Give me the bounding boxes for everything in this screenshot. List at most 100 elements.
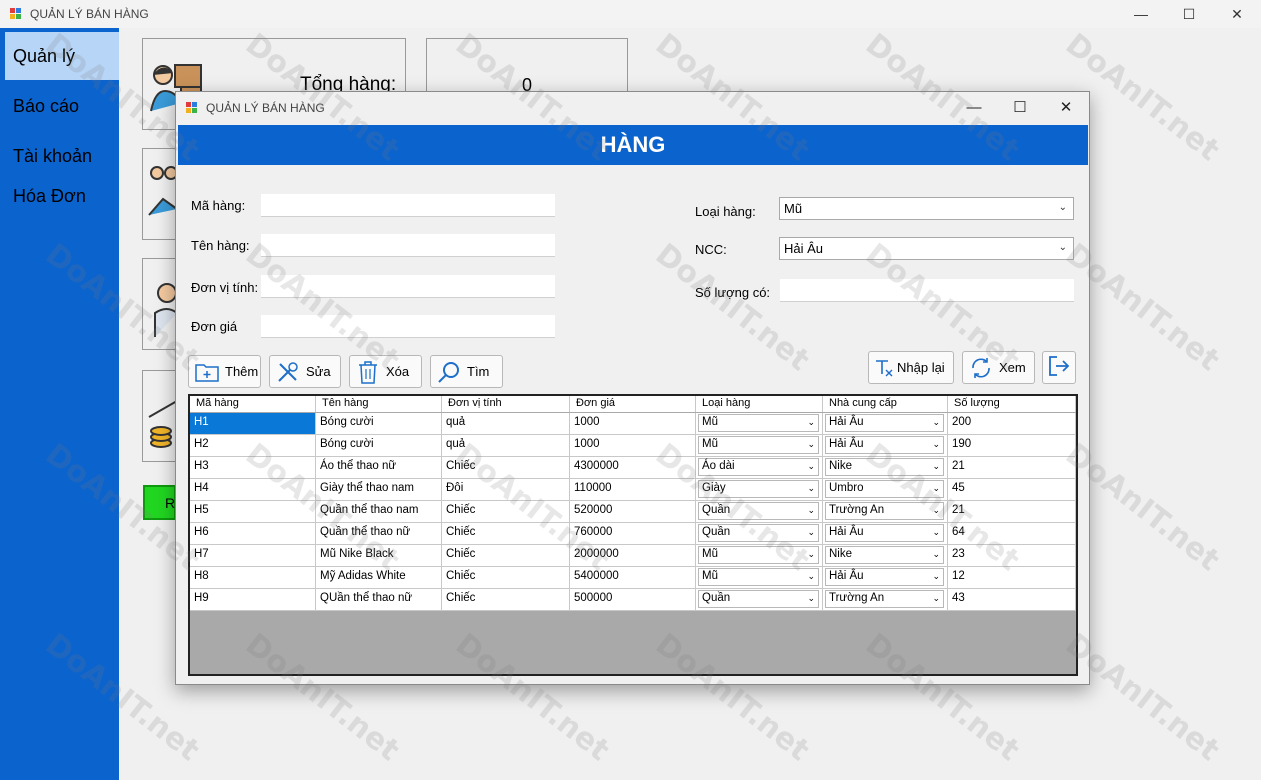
dialog-minimize-button[interactable]: — <box>951 92 997 122</box>
table-cell[interactable]: 190 <box>948 435 1076 457</box>
nha-cung-cap-cell-select[interactable]: Hải Âu ⌄ <box>825 414 944 432</box>
exit-button[interactable] <box>1042 351 1076 384</box>
nha-cung-cap-cell-select[interactable]: Nike ⌄ <box>825 458 944 476</box>
column-header[interactable]: Tên hàng <box>316 396 442 412</box>
column-header[interactable]: Số lượng <box>948 396 1076 412</box>
hang-table[interactable]: Mã hàng Tên hàng Đơn vị tính Đơn giá Loại hà… <box>188 394 1078 676</box>
table-cell[interactable]: Quần ⌄ <box>696 523 823 545</box>
table-cell[interactable]: Hải Âu ⌄ <box>823 413 948 435</box>
table-cell[interactable]: Chiếc <box>442 457 570 479</box>
column-header[interactable]: Loại hàng <box>696 396 823 412</box>
green-action-button[interactable]: R <box>143 485 176 520</box>
nha-cung-cap-cell-select[interactable]: Hải Âu ⌄ <box>825 524 944 542</box>
loai-hang-cell-select[interactable]: Quần ⌄ <box>698 590 819 608</box>
table-cell[interactable]: Chiếc <box>442 545 570 567</box>
table-cell[interactable]: Mũ ⌄ <box>696 413 823 435</box>
column-header[interactable]: Đơn giá <box>570 396 696 412</box>
table-cell[interactable]: Mũ Nike Black <box>316 545 442 567</box>
table-cell[interactable]: Trường An ⌄ <box>823 589 948 611</box>
table-cell[interactable]: 520000 <box>570 501 696 523</box>
table-cell[interactable]: QUần thể thao nữ <box>316 589 442 611</box>
table-cell[interactable]: 500000 <box>570 589 696 611</box>
table-cell[interactable]: Mũ ⌄ <box>696 435 823 457</box>
nha-cung-cap-cell-select[interactable]: Hải Âu ⌄ <box>825 568 944 586</box>
sua-button[interactable]: Sửa <box>269 355 341 388</box>
loai-hang-cell-select[interactable]: Mũ ⌄ <box>698 436 819 454</box>
sidebar-item-quan-ly[interactable]: Quản lý <box>5 32 119 80</box>
table-cell[interactable]: Hải Âu ⌄ <box>823 523 948 545</box>
table-cell[interactable]: H5 <box>190 501 316 523</box>
table-cell[interactable]: H9 <box>190 589 316 611</box>
table-cell[interactable]: 21 <box>948 501 1076 523</box>
loai-hang-cell-select[interactable]: Mũ ⌄ <box>698 568 819 586</box>
table-cell[interactable]: Chiếc <box>442 589 570 611</box>
nha-cung-cap-cell-select[interactable]: Hải Âu ⌄ <box>825 436 944 454</box>
table-cell[interactable]: H7 <box>190 545 316 567</box>
table-cell[interactable]: Áo thể thao nữ <box>316 457 442 479</box>
table-cell[interactable]: Chiếc <box>442 567 570 589</box>
close-button[interactable]: ✕ <box>1213 0 1261 28</box>
don-gia-input[interactable] <box>261 315 555 338</box>
table-cell[interactable]: Mỹ Adidas White <box>316 567 442 589</box>
table-cell[interactable]: Quần thể thao nữ <box>316 523 442 545</box>
table-cell[interactable]: 12 <box>948 567 1076 589</box>
table-cell[interactable]: Umbro ⌄ <box>823 479 948 501</box>
table-cell[interactable]: 200 <box>948 413 1076 435</box>
table-cell[interactable]: Giày thể thao nam <box>316 479 442 501</box>
table-cell[interactable]: H2 <box>190 435 316 457</box>
table-cell[interactable]: Đôi <box>442 479 570 501</box>
table-cell[interactable]: Áo dài ⌄ <box>696 457 823 479</box>
table-cell[interactable]: 5400000 <box>570 567 696 589</box>
table-cell[interactable]: Trường An ⌄ <box>823 501 948 523</box>
nha-cung-cap-cell-select[interactable]: Umbro ⌄ <box>825 480 944 498</box>
tim-button[interactable]: Tìm <box>430 355 503 388</box>
table-cell[interactable]: Bóng cười <box>316 413 442 435</box>
table-cell[interactable]: Chiếc <box>442 523 570 545</box>
table-cell[interactable]: Quần ⌄ <box>696 501 823 523</box>
table-cell[interactable]: H8 <box>190 567 316 589</box>
table-cell[interactable]: Hải Âu ⌄ <box>823 567 948 589</box>
ma-hang-input[interactable] <box>261 194 555 217</box>
nha-cung-cap-cell-select[interactable]: Trường An ⌄ <box>825 590 944 608</box>
table-cell[interactable]: Nike ⌄ <box>823 457 948 479</box>
table-cell[interactable]: Hải Âu ⌄ <box>823 435 948 457</box>
don-vi-tinh-input[interactable] <box>261 275 555 298</box>
table-cell[interactable]: quả <box>442 413 570 435</box>
loai-hang-select[interactable]: Mũ ⌄ <box>779 197 1074 220</box>
table-cell[interactable]: 23 <box>948 545 1076 567</box>
table-cell[interactable]: Bóng cười <box>316 435 442 457</box>
column-header[interactable]: Mã hàng <box>190 396 316 412</box>
table-cell[interactable]: H3 <box>190 457 316 479</box>
minimize-button[interactable]: — <box>1117 0 1165 28</box>
loai-hang-cell-select[interactable]: Áo dài ⌄ <box>698 458 819 476</box>
table-cell[interactable]: 110000 <box>570 479 696 501</box>
xem-button[interactable]: Xem <box>962 351 1035 384</box>
table-cell[interactable]: Quần thể thao nam <box>316 501 442 523</box>
sidebar-item-hoa-don[interactable]: Hóa Đơn <box>5 172 119 220</box>
table-cell[interactable]: H1 <box>190 413 316 435</box>
table-cell[interactable]: Mũ ⌄ <box>696 567 823 589</box>
table-cell[interactable]: 1000 <box>570 413 696 435</box>
loai-hang-cell-select[interactable]: Quần ⌄ <box>698 502 819 520</box>
nha-cung-cap-cell-select[interactable]: Trường An ⌄ <box>825 502 944 520</box>
sidebar-item-bao-cao[interactable]: Báo cáo <box>5 82 119 130</box>
table-cell[interactable]: 45 <box>948 479 1076 501</box>
column-header[interactable]: Nhà cung cấp <box>823 396 948 412</box>
table-cell[interactable]: H4 <box>190 479 316 501</box>
nhap-lai-button[interactable]: Nhập lại <box>868 351 954 384</box>
table-cell[interactable]: Giày ⌄ <box>696 479 823 501</box>
loai-hang-cell-select[interactable]: Mũ ⌄ <box>698 546 819 564</box>
loai-hang-cell-select[interactable]: Giày ⌄ <box>698 480 819 498</box>
table-cell[interactable]: Nike ⌄ <box>823 545 948 567</box>
dialog-close-button[interactable]: ✕ <box>1043 92 1089 122</box>
table-cell[interactable]: 760000 <box>570 523 696 545</box>
table-cell[interactable]: 4300000 <box>570 457 696 479</box>
table-cell[interactable]: H6 <box>190 523 316 545</box>
ten-hang-input[interactable] <box>261 234 555 257</box>
nha-cung-cap-cell-select[interactable]: Nike ⌄ <box>825 546 944 564</box>
table-cell[interactable]: 2000000 <box>570 545 696 567</box>
table-cell[interactable]: Quần ⌄ <box>696 589 823 611</box>
table-cell[interactable]: Chiếc <box>442 501 570 523</box>
loai-hang-cell-select[interactable]: Mũ ⌄ <box>698 414 819 432</box>
xoa-button[interactable]: Xóa <box>349 355 422 388</box>
